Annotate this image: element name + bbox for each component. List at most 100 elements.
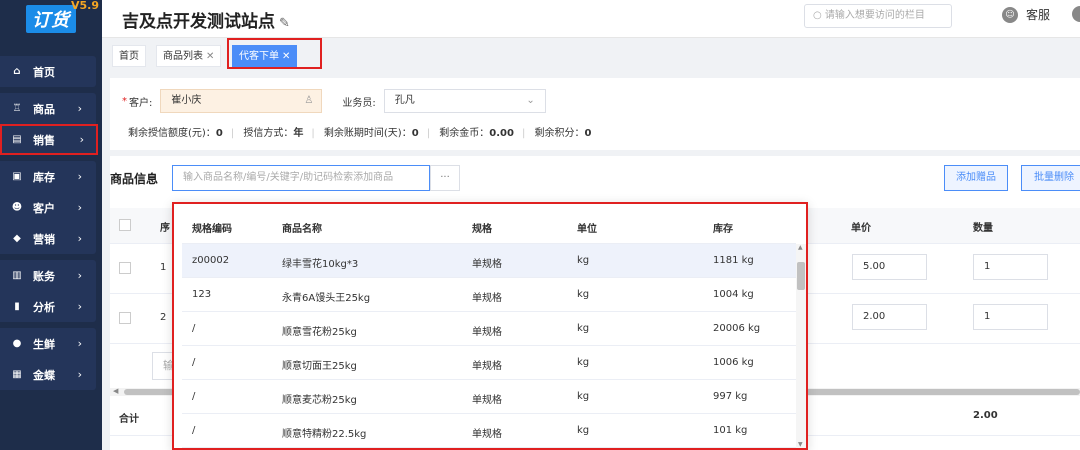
salesperson-select[interactable]: 孔凡 ⌄ xyxy=(383,89,546,113)
close-icon[interactable]: ✕ xyxy=(206,51,214,62)
search-icon: ○ xyxy=(813,10,822,21)
scroll-left-icon[interactable]: ◀ xyxy=(113,387,118,395)
edit-icon[interactable]: ✎ xyxy=(279,16,290,31)
add-gift-button[interactable]: 添加赠品 xyxy=(944,165,1008,191)
sidebar-item-products[interactable]: ♖ 商品 › xyxy=(0,93,96,124)
tab-label: 首页 xyxy=(119,51,139,62)
dropdown-option-row[interactable]: / 顺意雪花粉25kg 单规格 kg 20006 kg xyxy=(182,312,796,346)
sidebar-group: ● 生鲜 › ▦ 金蝶 › xyxy=(0,328,96,390)
sidebar-item-label: 金蝶 xyxy=(33,368,55,382)
row-seq: 1 xyxy=(160,262,167,273)
select-all-checkbox[interactable] xyxy=(119,219,131,231)
sidebar-item-label: 商品 xyxy=(33,102,55,116)
spec-code-cell: 123 xyxy=(192,289,212,300)
row-checkbox[interactable] xyxy=(119,262,131,274)
sidebar-item-inventory[interactable]: ▣ 库存 › xyxy=(0,161,96,192)
sidebar-item-label: 营销 xyxy=(33,232,55,246)
stat-label: 剩余账期时间(天)： xyxy=(323,128,412,139)
chevron-right-icon: › xyxy=(77,337,82,350)
dropdown-option-row[interactable]: 123 永青6A馒头王25kg 单规格 kg 1004 kg xyxy=(182,278,796,312)
chevron-right-icon: › xyxy=(77,102,82,115)
vertical-scrollbar[interactable]: ▲ ▼ xyxy=(796,244,806,448)
stat-label: 剩余积分： xyxy=(534,128,585,139)
logo[interactable]: 订货 V5.9 xyxy=(0,0,102,38)
product-name-cell: 顺意雪花粉25kg xyxy=(282,327,357,338)
sidebar-item-customers[interactable]: ☻ 客户 › xyxy=(0,192,96,223)
scroll-up-icon[interactable]: ▲ xyxy=(798,244,803,251)
unit-cell: kg xyxy=(577,323,590,334)
sidebar-item-marketing[interactable]: ◆ 营销 › xyxy=(0,223,96,254)
dropdown-option-row[interactable]: / 顺意特精粉22.5kg 单规格 kg 101 kg xyxy=(182,414,796,448)
sidebar-item-accounts[interactable]: ▥ 账务 › xyxy=(0,260,96,291)
sidebar-item-label: 分析 xyxy=(33,300,55,314)
sidebar-item-home[interactable]: ⌂ 首页 xyxy=(0,56,96,87)
stock-cell: 997 kg xyxy=(713,391,748,402)
customer-service-label: 客服 xyxy=(1026,8,1051,22)
spec-code-cell: / xyxy=(192,425,196,436)
customer-service-button[interactable]: ☺ 客服 xyxy=(1002,6,1050,23)
more-options-button[interactable]: ··· xyxy=(430,165,460,191)
unit-price-input[interactable]: 5.00 xyxy=(852,254,927,280)
stock-cell: 1006 kg xyxy=(713,357,754,368)
tab-product-list[interactable]: 商品列表 ✕ xyxy=(156,45,222,67)
spec-cell: 单规格 xyxy=(472,259,502,270)
avatar[interactable] xyxy=(1072,6,1080,22)
sidebar-item-label: 首页 xyxy=(33,65,55,79)
sidebar-item-analytics[interactable]: ▮ 分析 › xyxy=(0,291,96,322)
product-name-cell: 顺意切面王25kg xyxy=(282,361,357,372)
sidebar-item-label: 销售 xyxy=(33,133,55,147)
dropdown-option-row[interactable]: z00002 绿丰雪花10kg*3 单规格 kg 1181 kg xyxy=(182,244,796,278)
goods-search-placeholder: 输入商品名称/编号/关键字/助记码检索添加商品 xyxy=(183,172,394,183)
sidebar-item-fresh[interactable]: ● 生鲜 › xyxy=(0,328,96,359)
stat-value: 0 xyxy=(411,128,419,139)
product-name-cell: 顺意麦芯粉25kg xyxy=(282,395,357,406)
dropdown-option-row[interactable]: / 顺意麦芯粉25kg 单规格 kg 997 kg xyxy=(182,380,796,414)
stock-cell: 101 kg xyxy=(713,425,748,436)
salesperson-value: 孔凡 xyxy=(394,95,415,106)
row-checkbox[interactable] xyxy=(119,312,131,324)
product-name-cell: 永青6A馒头王25kg xyxy=(282,293,371,304)
sidebar-item-label: 库存 xyxy=(33,170,55,184)
goods-section-title: 商品信息 xyxy=(110,172,159,186)
dropdown-option-row[interactable]: / 顺意切面王25kg 单规格 kg 1006 kg xyxy=(182,346,796,380)
scroll-down-icon[interactable]: ▼ xyxy=(798,441,803,448)
column-header-spec: 规格 xyxy=(472,224,492,235)
tabs-bar: 首页 商品列表 ✕ 代客下单 ✕ xyxy=(102,38,1080,70)
goods-search-input[interactable]: 输入商品名称/编号/关键字/助记码检索添加商品 xyxy=(172,165,430,191)
scrollbar-thumb[interactable] xyxy=(797,262,805,290)
column-search-input[interactable]: ○ 请输入想要访问的栏目 xyxy=(804,4,952,28)
unit-cell: kg xyxy=(577,391,590,402)
user-icon[interactable]: ♙ xyxy=(304,90,313,112)
column-header-product-name: 商品名称 xyxy=(282,224,322,235)
spec-code-cell: / xyxy=(192,357,196,368)
tag-icon: ◆ xyxy=(13,233,21,244)
chevron-right-icon: › xyxy=(79,133,84,146)
batch-delete-button[interactable]: 批量删除 xyxy=(1021,165,1080,191)
stock-cell: 1004 kg xyxy=(713,289,754,300)
chevron-right-icon: › xyxy=(77,269,82,282)
column-header-unit-price: 单价 xyxy=(851,223,871,234)
product-name-cell: 绿丰雪花10kg*3 xyxy=(282,259,359,270)
quantity-input[interactable]: 1 xyxy=(973,254,1048,280)
warehouse-icon: ▣ xyxy=(12,171,22,182)
unit-cell: kg xyxy=(577,425,590,436)
sidebar-item-label: 客户 xyxy=(33,201,55,215)
tab-home[interactable]: 首页 xyxy=(112,45,146,67)
chevron-right-icon: › xyxy=(77,201,82,214)
quantity-input[interactable]: 1 xyxy=(973,304,1048,330)
home-icon: ⌂ xyxy=(13,66,21,77)
dropdown-header: 规格编码 商品名称 规格 单位 库存 xyxy=(182,208,796,244)
customer-input[interactable]: 崔小庆 ♙ xyxy=(160,89,323,113)
sidebar-group: ♖ 商品 › ▤ 销售 › xyxy=(0,93,98,155)
sidebar-item-kingdee[interactable]: ▦ 金蝶 › xyxy=(0,359,96,390)
sidebar-item-sales[interactable]: ▤ 销售 › xyxy=(0,124,98,155)
column-header-unit: 单位 xyxy=(577,224,597,235)
leaf-icon: ● xyxy=(12,338,22,349)
unit-price-input[interactable]: 2.00 xyxy=(852,304,927,330)
spec-code-cell: / xyxy=(192,391,196,402)
customer-label: 客户: xyxy=(129,97,153,109)
spec-cell: 单规格 xyxy=(472,293,502,304)
tab-label: 商品列表 xyxy=(163,51,203,62)
chevron-down-icon: ⌄ xyxy=(526,95,535,106)
spec-cell: 单规格 xyxy=(472,429,502,440)
